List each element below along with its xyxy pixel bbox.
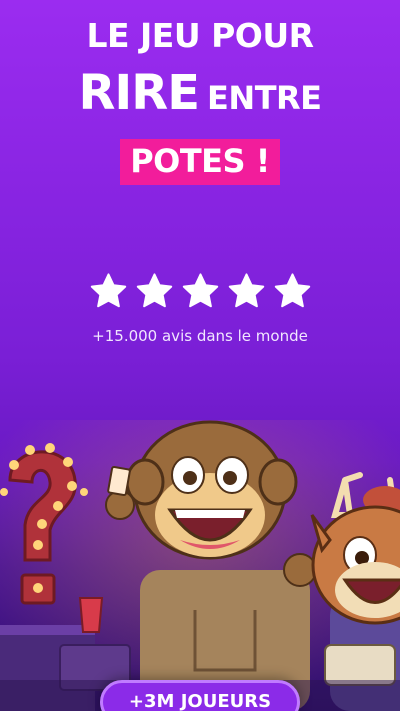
- headline-small-word: ENTRE: [207, 79, 322, 117]
- headline-highlight-row: POTES !: [0, 139, 400, 185]
- star-icon: [274, 273, 310, 308]
- characters-illustration: [0, 420, 400, 711]
- star-rating: [0, 272, 400, 311]
- headline: LE JEU POUR RIRE ENTRE POTES !: [0, 14, 400, 185]
- star-icon: [90, 273, 126, 308]
- star-icon: [136, 273, 172, 308]
- headline-line-1: LE JEU POUR: [86, 16, 314, 55]
- app-screen: LE JEU POUR RIRE ENTRE POTES ! +15.000 av…: [0, 0, 400, 711]
- headline-highlight: POTES !: [120, 139, 280, 185]
- red-cup: [78, 597, 104, 633]
- headline-big-word: RIRE: [78, 65, 200, 121]
- headline-line-2: RIRE ENTRE: [0, 68, 400, 129]
- players-count-button[interactable]: +3M JOUEURS: [100, 680, 300, 711]
- reviews-count: +15.000 avis dans le monde: [92, 327, 308, 345]
- star-icon: [182, 273, 218, 308]
- star-icon: [228, 273, 264, 308]
